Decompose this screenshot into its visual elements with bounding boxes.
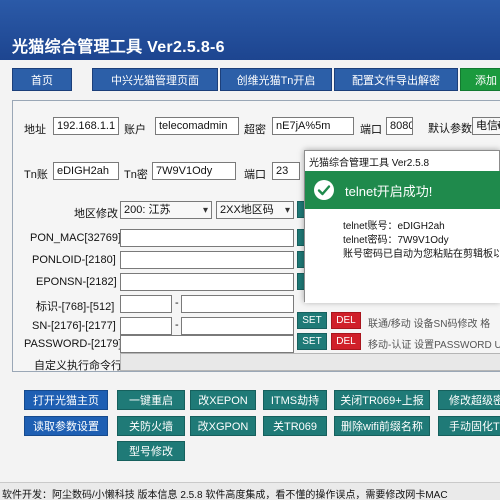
tn-port-label: 端口 [244,169,266,181]
dialog-body: telnet账号：eDIGH2ah telnet密码：7W9V1Ody 账号密码… [305,209,500,303]
dash-separator: - [175,319,179,331]
dialog-title: 光猫综合管理工具 Ver2.5.8 [305,151,499,171]
tn-password-label: Tn密 [124,169,148,181]
tn-account-input[interactable]: eDIGH2ah [53,162,119,180]
modify-super-button[interactable]: 修改超级密 [438,390,500,410]
custom-cmd-label: 自定义执行命令行 [34,360,122,372]
password-set-button[interactable]: SET [297,333,327,350]
id-input-1[interactable] [120,295,172,313]
nav-home[interactable]: 首页 [12,68,72,91]
account-input[interactable]: telecomadmin [155,117,239,135]
port-label: 端口 [360,124,382,136]
super-password-label: 超密 [244,124,266,136]
account-label: 账户 [124,124,146,136]
manual-fix-button[interactable]: 手动固化T [438,416,500,436]
open-home-button[interactable]: 打开光猫主页 [24,390,108,410]
super-password-input[interactable]: nE7jA%5m [272,117,354,135]
close-tr069-short-button[interactable]: 关TR069 [263,416,327,436]
addr-label: 地址 [24,124,46,136]
id-input-2[interactable] [181,295,294,313]
region-label: 地区修改 [74,208,118,220]
eponsn-input[interactable] [120,273,294,291]
password-hint: 移动-认证 设置PASSWORD U [368,340,500,351]
remove-wifi-prefix-button[interactable]: 删除wifi前缀名称 [334,416,430,436]
dialog-line-password: telnet密码：7W9V1Ody [343,235,449,246]
nav-skyworth-tn[interactable]: 创维光猫Tn开启 [220,68,332,91]
pon-mac-label: PON_MAC[32769] [30,232,122,244]
one-restart-button[interactable]: 一键重启 [117,390,185,410]
ponloid-label: PONLOID-[2180] [32,254,116,266]
dialog-header-text: telnet开启成功! [345,184,433,199]
dash-separator: - [175,297,179,309]
id-label: 标识-[768]-[512] [36,301,115,313]
nav-zte-admin[interactable]: 中兴光猫管理页面 [92,68,218,91]
success-check-icon [314,180,334,200]
change-xgpon-button[interactable]: 改XGPON [190,416,256,436]
itms-hijack-button[interactable]: ITMS劫持 [263,390,327,410]
tn-password-input[interactable]: 7W9V1Ody [152,162,236,180]
title-bar: 光猫综合管理工具 Ver2.5.8-6 [0,0,500,60]
nav-add[interactable]: 添加 [460,68,500,91]
sn-del-button[interactable]: DEL [331,312,361,329]
app-title: 光猫综合管理工具 Ver2.5.8-6 [12,39,225,56]
sn-input-1[interactable] [120,317,172,335]
sn-input-2[interactable] [181,317,294,335]
dialog-line-clipboard: 账号密码已自动为您粘贴在剪辑板以 [343,249,499,260]
tn-account-label: Tn账 [24,169,48,181]
tn-port-input[interactable]: 23 [272,162,300,180]
close-tr069-button[interactable]: 关闭TR069+上报 [334,390,430,410]
pon-mac-input[interactable] [120,229,294,247]
dialog-header: telnet开启成功! [305,171,500,209]
port-input[interactable]: 8080 [386,117,413,135]
change-xepon-button[interactable]: 改XEPON [190,390,256,410]
province-select[interactable]: 200: 江苏 [120,201,212,219]
success-dialog: 光猫综合管理工具 Ver2.5.8 telnet开启成功! telnet账号：e… [304,150,500,303]
default-params-label: 默认参数 [428,123,472,135]
password-del-button[interactable]: DEL [331,333,361,350]
default-params-select[interactable]: 电信新 [472,117,500,135]
dialog-line-account: telnet账号：eDIGH2ah [343,221,445,232]
region-code-select[interactable]: 2XX地区码 [216,201,294,219]
addr-input[interactable]: 192.168.1.1 [53,117,119,135]
read-params-button[interactable]: 读取参数设置 [24,416,108,436]
eponsn-label: EPONSN-[2182] [36,276,117,288]
close-firewall-button[interactable]: 关防火墙 [117,416,185,436]
nav-config-export[interactable]: 配置文件导出解密 [334,68,458,91]
password-input[interactable] [120,335,294,353]
password-label: PASSWORD-[2179] [24,338,122,350]
status-bar: 软件开发：阿尘数码/小懒科技 版本信息 2.5.8 软件高度集成，看不懂的操作误… [0,482,500,500]
ponloid-input[interactable] [120,251,294,269]
custom-cmd-input[interactable] [120,353,500,371]
sn-hint: 联通/移动 设备SN码修改 格 [368,319,491,330]
sn-label: SN-[2176]-[2177] [32,320,116,332]
model-modify-button[interactable]: 型号修改 [117,441,185,461]
sn-set-button[interactable]: SET [297,312,327,329]
